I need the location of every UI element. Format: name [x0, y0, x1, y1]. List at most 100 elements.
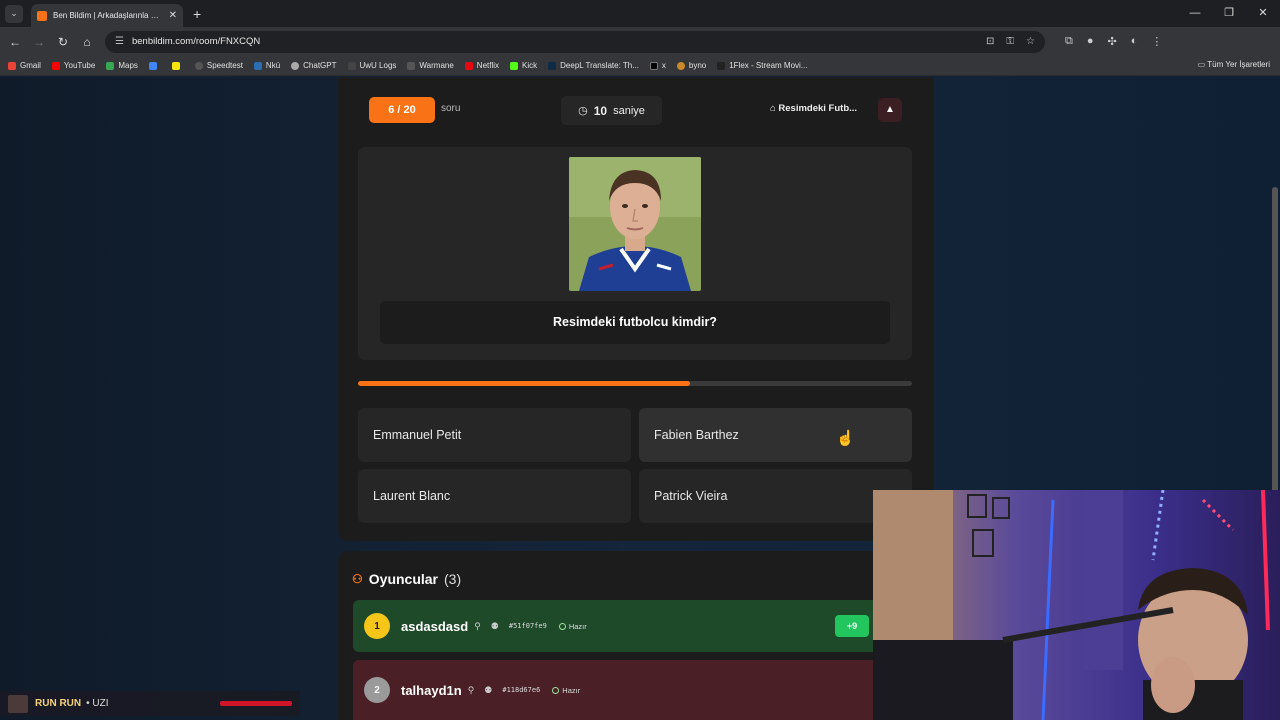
player-row: 2 talhayd1n ⚲ ⚉ #118d67e6 Hazır [353, 660, 879, 720]
extension-icon[interactable]: ● [1087, 35, 1094, 48]
uwu-logs-icon [347, 61, 356, 70]
rank-badge: 1 [364, 613, 390, 639]
bookmark-uwu-logs[interactable]: UwU Logs [347, 61, 396, 70]
browser-tab-active[interactable]: Ben Bildim | Arkadaşlarınla Onli... ✕ [31, 4, 183, 27]
category-tag: ⌂ Resimdeki Futb... [770, 103, 858, 114]
bookmark-deepl[interactable]: DeepL Translate: Th... [548, 61, 639, 70]
all-bookmarks[interactable]: ▭ Tüm Yer İşaretleri [1198, 60, 1270, 69]
user-plus-icon[interactable]: ⚉ [491, 621, 499, 632]
deepl-icon [548, 61, 557, 70]
chatgpt-icon [291, 61, 300, 70]
timer-value: 10 [593, 103, 608, 118]
users-icon: ⚇ [352, 572, 363, 586]
kick-icon [510, 61, 519, 70]
extensions-puzzle-icon[interactable]: ✣ [1108, 35, 1117, 48]
password-key-icon[interactable]: ⚿ [1006, 36, 1014, 47]
bookmark-kick[interactable]: Kick [510, 61, 537, 70]
bookmark-translate[interactable] [148, 61, 161, 70]
back-icon[interactable]: ← [3, 35, 27, 49]
bookmark-1flex[interactable]: 1Flex - Stream Movi... [717, 61, 807, 70]
answer-option-2[interactable]: Fabien Barthez [639, 408, 912, 462]
google-translate-icon [148, 61, 157, 70]
player-id: #118d67e6 [502, 686, 541, 694]
browser-tabbar: ⌄ Ben Bildim | Arkadaşlarınla Onli... ✕ … [0, 0, 1280, 27]
folder-icon: ▭ [1197, 60, 1208, 69]
bookmark-speedtest[interactable]: Speedtest [194, 61, 243, 70]
home-icon[interactable]: ⌂ [75, 35, 99, 49]
site-info-icon[interactable]: ☰ [115, 36, 124, 47]
album-art [8, 694, 28, 713]
report-warning-button[interactable]: ▲ [878, 98, 902, 122]
url-text: benbildim.com/room/FNXCQN [131, 36, 261, 47]
menu-dots-icon[interactable]: ⋮ [1151, 35, 1162, 48]
ready-status: Hazır [552, 686, 580, 695]
youtube-icon [51, 61, 60, 70]
bookmark-netflix[interactable]: Netflix [464, 61, 499, 70]
netflix-icon [464, 61, 473, 70]
warning-icon: ▲ [885, 104, 895, 115]
extensions-area: ⧉ ● ✣ ◐ ⋮ [1065, 35, 1162, 48]
bookmark-warmane[interactable]: Warmane [407, 61, 454, 70]
answer-option-1[interactable]: Emmanuel Petit [358, 408, 631, 462]
time-progress-bar [358, 381, 912, 386]
timer-box: ◷ 10 saniye [561, 96, 662, 125]
reload-icon[interactable]: ↻ [51, 35, 75, 49]
gmail-icon [8, 61, 16, 70]
page-scrollbar[interactable] [1272, 187, 1278, 527]
new-tab-icon[interactable]: + [193, 6, 201, 22]
bookmark-gmail[interactable]: Gmail [8, 61, 41, 70]
timer-unit: saniye [613, 104, 645, 117]
ready-status: Hazır [558, 622, 587, 631]
close-window-icon[interactable]: ✕ [1246, 0, 1280, 27]
song-artist: • UZI [86, 698, 109, 709]
bookmark-s[interactable] [171, 61, 184, 70]
translate-extension-icon[interactable]: ⧉ [1065, 35, 1073, 48]
playback-progress-bar [220, 701, 292, 706]
window-controls: — ❐ ✕ [1178, 0, 1280, 27]
mouse-cursor-icon: ☝ [836, 430, 855, 447]
close-tab-icon[interactable]: ✕ [169, 10, 177, 21]
tab-search-button[interactable]: ⌄ [5, 4, 23, 23]
bookmark-chatgpt[interactable]: ChatGPT [291, 61, 337, 70]
check-circle-icon [558, 622, 566, 630]
answer-option-4[interactable]: Patrick Vieira [639, 469, 912, 523]
forward-icon[interactable]: → [27, 35, 51, 49]
answer-option-3[interactable]: Laurent Blanc [358, 469, 631, 523]
players-title: Oyuncular [368, 571, 439, 587]
tab-title: Ben Bildim | Arkadaşlarınla Onli... [53, 11, 165, 20]
song-title: RUN RUN [35, 698, 82, 709]
warmane-icon [407, 61, 416, 70]
bookmark-maps[interactable]: Maps [106, 61, 138, 70]
bookmark-x[interactable]: x [649, 61, 666, 70]
player-name: asdasdasd [401, 618, 469, 634]
1flex-icon [717, 61, 726, 70]
players-count: (3) [444, 571, 462, 587]
s-app-icon [171, 61, 180, 70]
restore-icon[interactable]: ❐ [1212, 0, 1246, 27]
time-progress-fill [358, 381, 691, 386]
user-plus-icon[interactable]: ⚉ [484, 685, 492, 696]
bookmark-star-icon[interactable]: ☆ [1026, 36, 1035, 47]
check-circle-icon [552, 686, 560, 694]
score-badge: +9 [835, 615, 869, 637]
user-icon: ⚲ [467, 684, 475, 695]
bookmark-byno[interactable]: byno [676, 61, 706, 70]
question-text: Resimdeki futbolcu kimdir? [380, 301, 890, 344]
x-icon [649, 61, 658, 70]
address-bar[interactable]: ☰ benbildim.com/room/FNXCQN ⊡ ⚿ ☆ [105, 30, 1045, 53]
player-name: talhayd1n [401, 682, 462, 698]
install-app-icon[interactable]: ⊡ [986, 36, 994, 47]
players-header: ⚇ Oyuncular (3) [352, 571, 461, 587]
bookmark-youtube[interactable]: YouTube [51, 61, 95, 70]
webcam-overlay [873, 490, 1280, 720]
question-counter-suffix: soru [441, 103, 461, 114]
profile-icon[interactable]: ◐ [1131, 35, 1138, 48]
site-favicon-icon [37, 10, 47, 21]
bookmark-nku[interactable]: Nkü [253, 61, 280, 70]
user-icon: ⚲ [474, 620, 481, 631]
now-playing-overlay: RUN RUN • UZI [0, 691, 300, 716]
clock-icon: ◷ [578, 105, 588, 117]
minimize-icon[interactable]: — [1178, 0, 1212, 27]
speedtest-icon [194, 61, 203, 70]
player-id: #51f07fe9 [508, 622, 547, 630]
